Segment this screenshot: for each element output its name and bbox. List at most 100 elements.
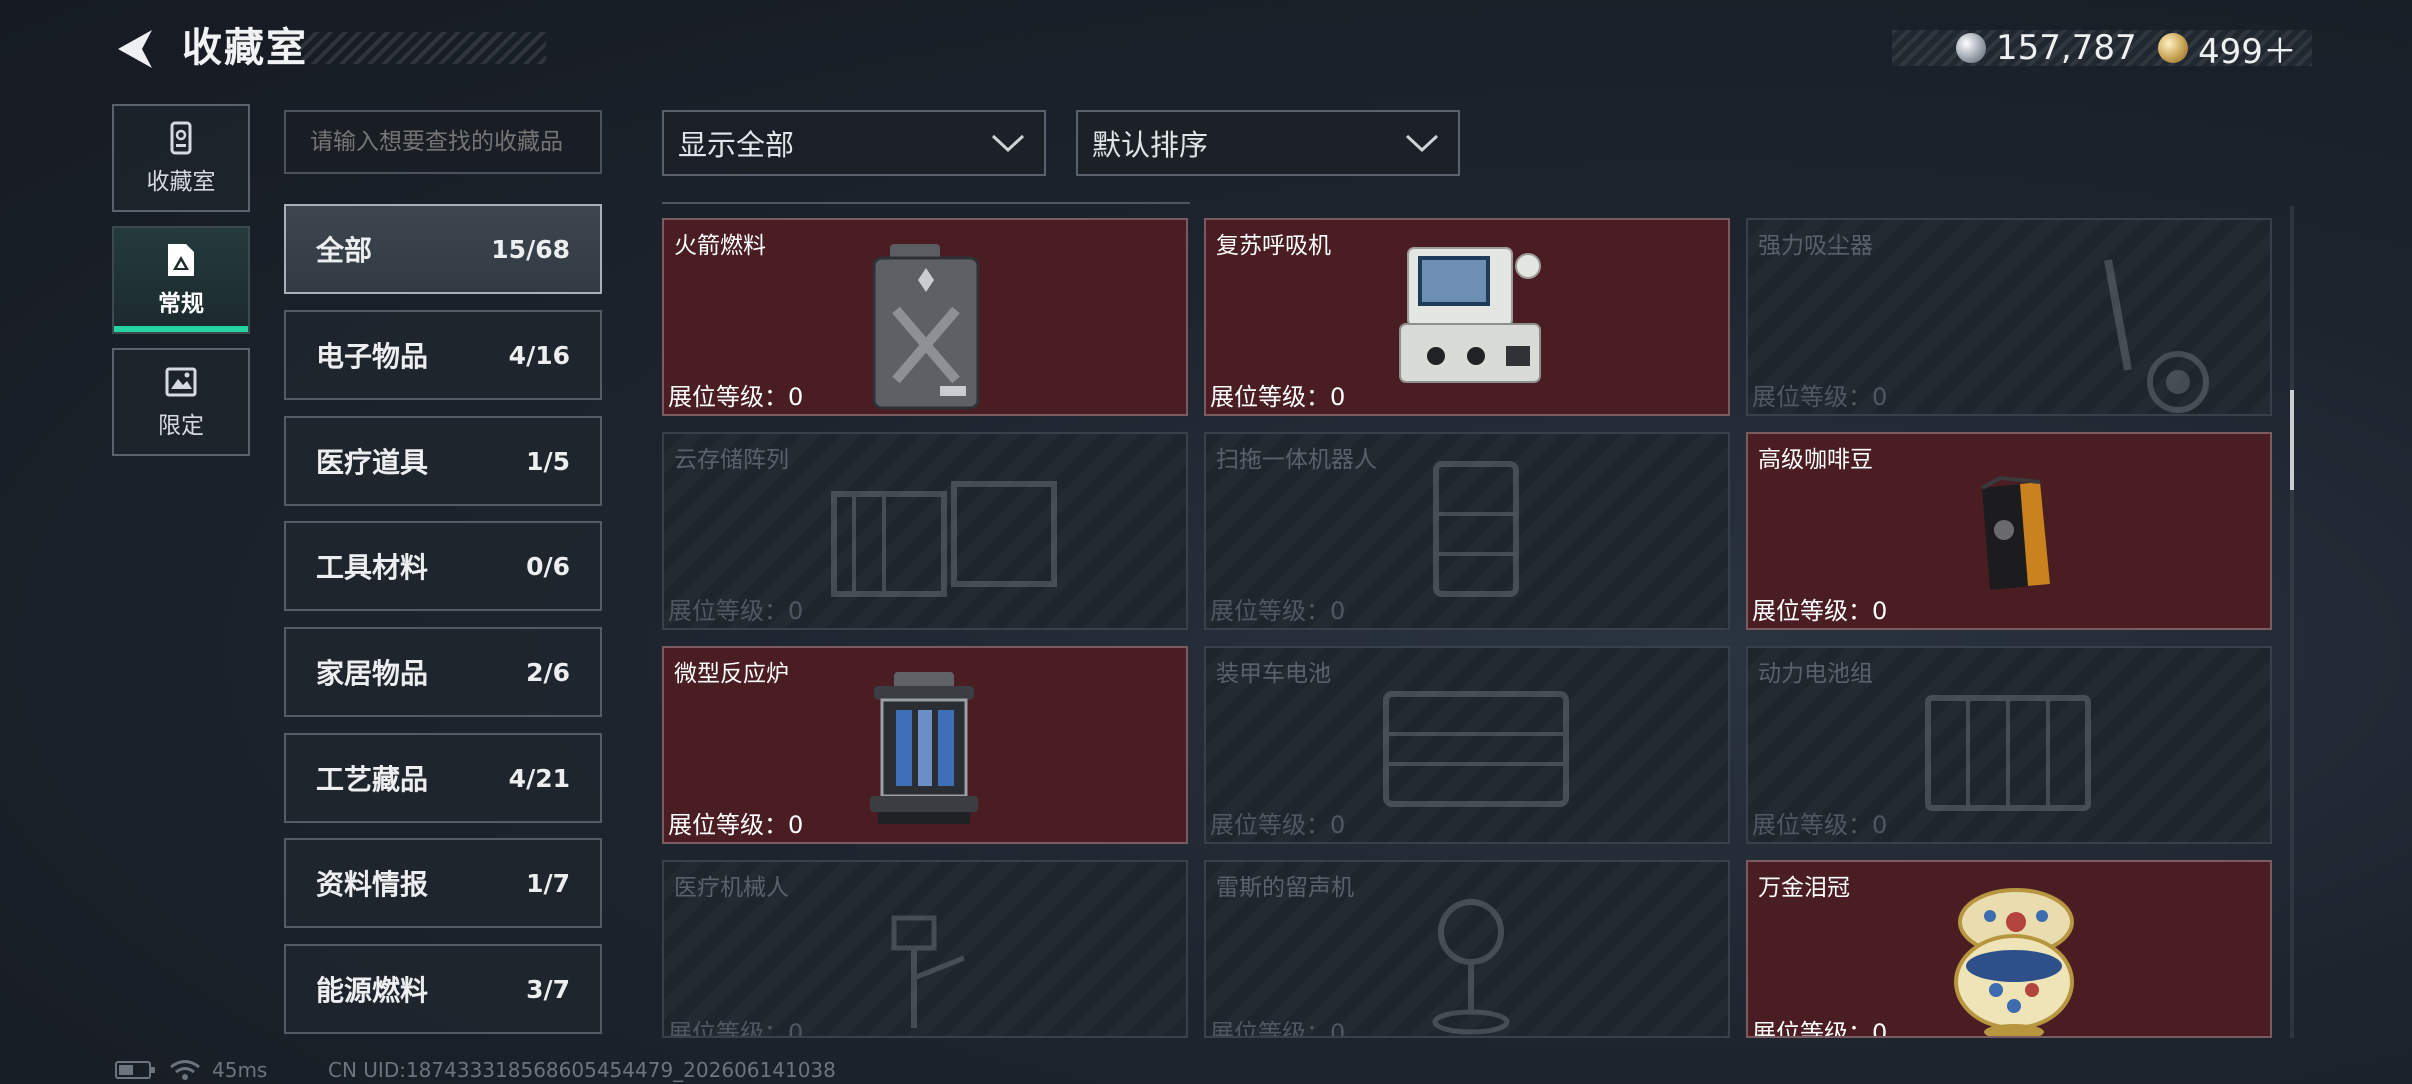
category-all[interactable]: 全部 15/68	[284, 204, 602, 294]
item-level: 展位等级：0	[1210, 597, 1346, 625]
item-name: 扫拖一体机器人	[1216, 447, 1377, 473]
user-uid: CN UID:18743331856860545447​9_2026061410…	[328, 1058, 836, 1082]
nav-label: 限定	[158, 413, 204, 439]
nav-label: 常规	[158, 291, 204, 317]
item-name: 复苏呼吸机	[1216, 233, 1331, 259]
item-level: 展位等级：0	[1752, 1019, 1888, 1038]
silver-coin-icon	[1956, 33, 1986, 63]
collection-card[interactable]: 火箭燃料 展位等级：0	[662, 218, 1188, 416]
nav-collection-room[interactable]: 收藏室	[112, 104, 250, 212]
collection-card[interactable]: 万金泪冠 展位等级：0	[1746, 860, 2272, 1038]
category-count: 4/16	[508, 340, 570, 370]
silver-currency-value: 157,787	[1996, 28, 2137, 68]
category-name: 电子物品	[316, 340, 429, 373]
item-level: 展位等级：0	[1752, 383, 1888, 411]
category-count: 15/68	[491, 234, 570, 264]
currency-bar: 157,787 499＋	[1892, 28, 2312, 72]
item-level: 展位等级：0	[1210, 1019, 1346, 1038]
storage-array-icon	[831, 481, 1057, 597]
category-medical[interactable]: 医疗道具 1/5	[284, 416, 602, 506]
item-name: 云存储阵列	[674, 447, 789, 473]
sort-value: 默认排序	[1092, 128, 1209, 162]
category-intel[interactable]: 资料情报 1/7	[284, 838, 602, 928]
regular-collection-icon	[168, 244, 194, 276]
collection-card[interactable]: 微型反应炉 展位等级：0	[662, 646, 1188, 844]
vacuum-cleaner-icon	[2104, 259, 2209, 413]
category-name: 工艺藏品	[316, 763, 429, 796]
wifi-icon	[170, 1060, 200, 1080]
phonograph-icon	[1432, 899, 1510, 1035]
collection-card[interactable]: 医疗机械人 展位等级：0	[662, 860, 1188, 1038]
medical-robot-icon	[891, 915, 965, 1028]
device-status: 45ms	[114, 1058, 267, 1082]
filter-divider	[662, 202, 1190, 204]
nav-limited[interactable]: 限定	[112, 348, 250, 456]
chevron-down-icon	[991, 134, 1025, 153]
fuel-canister-icon	[872, 244, 980, 410]
item-level: 展位等级：0	[1752, 811, 1888, 839]
category-name: 工具材料	[316, 551, 429, 584]
ping-value: 45ms	[212, 1058, 268, 1082]
item-name: 高级咖啡豆	[1758, 447, 1873, 473]
item-name: 微型反应炉	[674, 661, 789, 687]
item-name: 火箭燃料	[674, 233, 766, 259]
item-name: 雷斯的留声机	[1216, 875, 1354, 901]
item-level: 展位等级：0	[668, 597, 804, 625]
search-input[interactable]	[284, 110, 602, 174]
category-energy[interactable]: 能源燃料 3/7	[284, 944, 602, 1034]
active-indicator	[114, 326, 248, 332]
category-household[interactable]: 家居物品 2/6	[284, 627, 602, 717]
collection-card[interactable]: 动力电池组 展位等级：0	[1746, 646, 2272, 844]
gold-currency[interactable]: 499＋	[2158, 30, 2297, 72]
category-count: 3/7	[526, 974, 570, 1004]
back-button[interactable]	[112, 26, 158, 72]
display-filter-dropdown[interactable]: 显示全部	[662, 110, 1046, 176]
sort-dropdown[interactable]: 默认排序	[1076, 110, 1460, 176]
chevron-down-icon	[1405, 134, 1439, 153]
category-count: 2/6	[526, 657, 570, 687]
item-name: 动力电池组	[1758, 661, 1873, 687]
item-level: 展位等级：0	[1752, 597, 1888, 625]
item-level: 展位等级：0	[668, 383, 804, 411]
category-count: 1/7	[526, 868, 570, 898]
collection-card[interactable]: 复苏呼吸机 展位等级：0	[1204, 218, 1730, 416]
item-name: 强力吸尘器	[1758, 233, 1873, 259]
item-name: 装甲车电池	[1216, 661, 1331, 687]
category-name: 医疗道具	[316, 446, 429, 479]
collection-card[interactable]: 扫拖一体机器人 展位等级：0	[1204, 432, 1730, 630]
category-name: 全部	[316, 234, 373, 267]
limited-collection-icon	[165, 367, 197, 397]
collection-room-icon	[170, 121, 192, 155]
collection-card[interactable]: 强力吸尘器 展位等级：0	[1746, 218, 2272, 416]
micro-reactor-icon	[870, 672, 978, 824]
gold-currency-value: 499＋	[2198, 31, 2297, 72]
scrollbar-thumb[interactable]	[2290, 390, 2294, 490]
item-name: 万金泪冠	[1758, 875, 1850, 901]
mop-robot-icon	[1433, 461, 1519, 597]
item-level: 展位等级：0	[1210, 383, 1346, 411]
page-title: 收藏室	[182, 25, 308, 71]
collection-card[interactable]: 云存储阵列 展位等级：0	[662, 432, 1188, 630]
item-level: 展位等级：0	[1210, 811, 1346, 839]
category-count: 1/5	[526, 446, 570, 476]
collection-card[interactable]: 雷斯的留声机 展位等级：0	[1204, 860, 1730, 1038]
collection-card[interactable]: 高级咖啡豆 展位等级：0	[1746, 432, 2272, 630]
battery-icon	[115, 1061, 155, 1079]
display-filter-value: 显示全部	[678, 128, 795, 162]
scrollbar-track[interactable]	[2290, 206, 2294, 1038]
item-level: 展位等级：0	[668, 811, 804, 839]
power-battery-icon	[1925, 695, 2091, 811]
item-name: 医疗机械人	[674, 875, 789, 901]
silver-currency: 157,787	[1956, 28, 2137, 68]
category-electronics[interactable]: 电子物品 4/16	[284, 310, 602, 400]
gold-coin-icon	[2158, 33, 2188, 63]
category-tools[interactable]: 工具材料 0/6	[284, 521, 602, 611]
nav-label: 收藏室	[146, 169, 216, 195]
collection-card[interactable]: 装甲车电池 展位等级：0	[1204, 646, 1730, 844]
category-crafts[interactable]: 工艺藏品 4/21	[284, 733, 602, 823]
title-decoration	[300, 32, 546, 64]
category-count: 4/21	[508, 763, 570, 793]
category-name: 资料情报	[316, 868, 429, 901]
nav-regular[interactable]: 常规	[112, 226, 250, 334]
back-arrow-icon	[118, 30, 152, 68]
